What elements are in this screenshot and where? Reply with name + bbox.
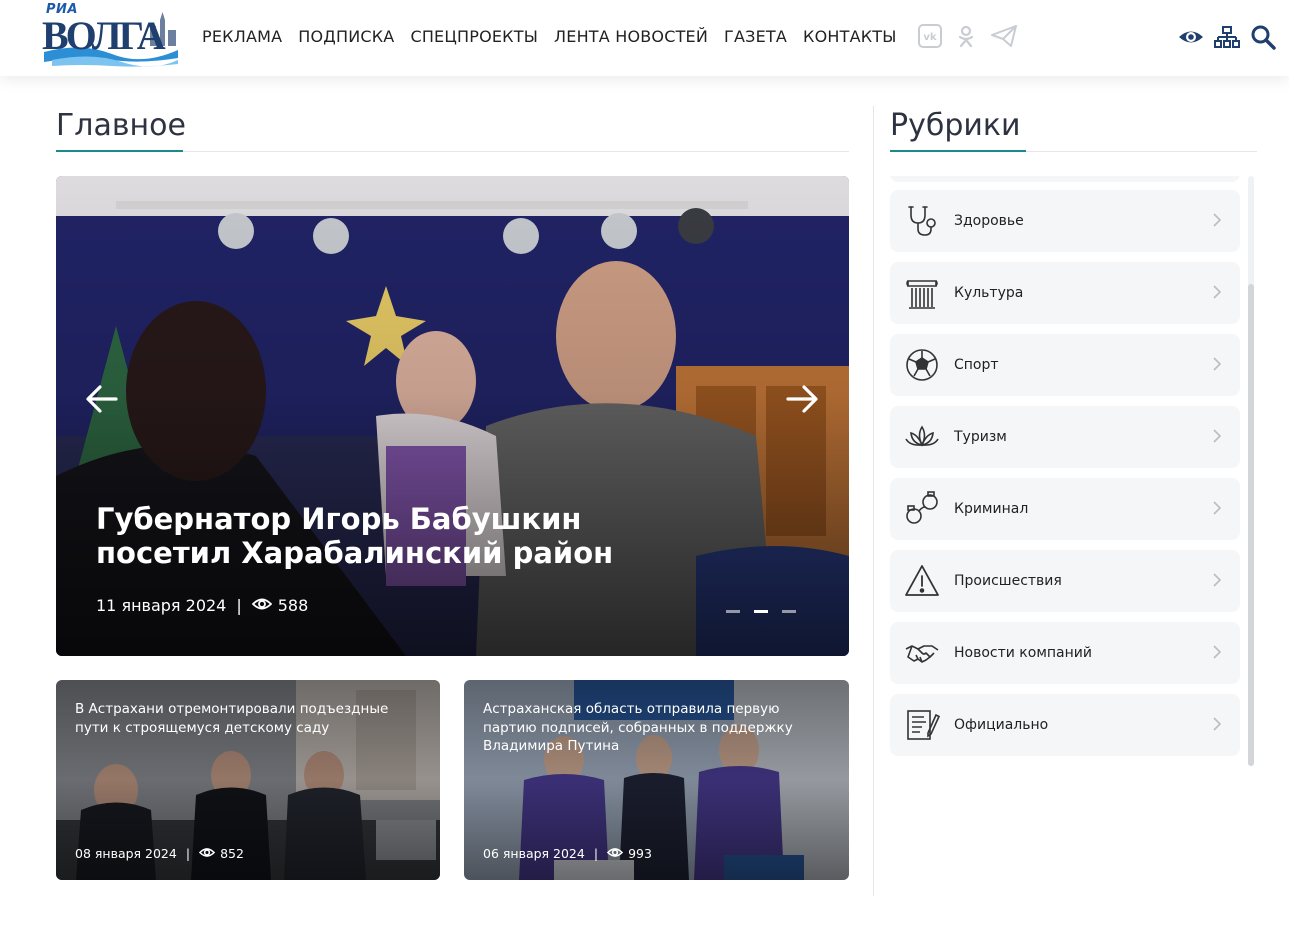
rubric-item-tourism[interactable]: Туризм: [890, 406, 1240, 468]
site-header: РИА ВОЛГА РЕКЛАМА ПОДПИСКА СПЕЦПРОЕКТЫ Л…: [0, 0, 1289, 76]
hero-gradient: [56, 176, 849, 656]
news-card[interactable]: Астраханская область отправила первую па…: [464, 680, 849, 880]
news-card-separator: |: [185, 846, 191, 861]
chevron-right-icon: [1210, 716, 1224, 732]
rubric-label: Культура: [954, 285, 1024, 301]
search-icon[interactable]: [1250, 24, 1276, 50]
rubric-label: Официально: [954, 717, 1049, 733]
stethoscope-icon: [904, 203, 940, 239]
hero-date: 11 января 2024: [96, 596, 227, 615]
rubric-item-culture[interactable]: Культура: [890, 262, 1240, 324]
lotus-icon: [904, 419, 940, 455]
rubric-item-partial[interactable]: [890, 176, 1240, 182]
slider-dot-active[interactable]: [754, 610, 768, 613]
sitemap-icon[interactable]: [1214, 24, 1240, 50]
hero-next-arrow-icon[interactable]: [784, 381, 820, 417]
rubric-item-health[interactable]: Здоровье: [890, 190, 1240, 252]
hero-views: 588: [277, 596, 309, 615]
warning-icon: [904, 563, 940, 599]
views-icon: [251, 596, 273, 615]
nav-item-newspaper[interactable]: ГАЗЕТА: [724, 27, 787, 46]
nav-item-contacts[interactable]: КОНТАКТЫ: [803, 27, 897, 46]
rubric-item-official[interactable]: Официально: [890, 694, 1240, 756]
news-card[interactable]: В Астрахани отремонтировали подъездные п…: [56, 680, 440, 880]
main-nav: РЕКЛАМА ПОДПИСКА СПЕЦПРОЕКТЫ ЛЕНТА НОВОС…: [202, 27, 913, 46]
rubric-label: Здоровье: [954, 213, 1024, 229]
handcuffs-icon: [904, 491, 940, 527]
nav-item-advertising[interactable]: РЕКЛАМА: [202, 27, 282, 46]
chevron-right-icon: [1210, 500, 1224, 516]
chevron-right-icon: [1210, 284, 1224, 300]
ria-volga-logo[interactable]: РИА ВОЛГА: [42, 2, 182, 70]
rubrics-scrollbar-thumb[interactable]: [1248, 284, 1254, 766]
hero-slider[interactable]: Губернатор Игорь Бабушкин посетил Хараба…: [56, 176, 849, 656]
rubric-item-crime[interactable]: Криминал: [890, 478, 1240, 540]
header-tools: [1178, 24, 1276, 50]
hero-meta: 11 января 2024 | 588: [96, 596, 308, 615]
chevron-right-icon: [1210, 212, 1224, 228]
news-card-title[interactable]: В Астрахани отремонтировали подъездные п…: [75, 700, 425, 737]
rubric-label: Происшествия: [954, 573, 1062, 589]
hero-separator: |: [236, 596, 242, 615]
slider-dot[interactable]: [782, 610, 796, 613]
telegram-icon[interactable]: [990, 24, 1017, 48]
rubric-item-company-news[interactable]: Новости компаний: [890, 622, 1240, 684]
news-card-date: 06 января 2024: [483, 846, 585, 861]
nav-item-special-projects[interactable]: СПЕЦПРОЕКТЫ: [410, 27, 538, 46]
rubrics-list[interactable]: Здоровье Культура Спорт Туризм Криминал: [890, 176, 1242, 766]
column-divider: [873, 106, 874, 896]
column-icon: [904, 275, 940, 311]
logo-volga-text: ВОЛГА: [42, 13, 166, 58]
rubric-label: Новости компаний: [954, 645, 1092, 661]
chevron-right-icon: [1210, 428, 1224, 444]
chevron-right-icon: [1210, 572, 1224, 588]
main-section-title: Главное: [56, 108, 186, 143]
rubric-label: Туризм: [954, 429, 1007, 445]
soccer-ball-icon: [904, 347, 940, 383]
news-card-views: 993: [628, 846, 652, 861]
hero-headline[interactable]: Губернатор Игорь Бабушкин посетил Хараба…: [96, 502, 696, 570]
nav-item-subscription[interactable]: ПОДПИСКА: [298, 27, 394, 46]
svg-text:vk: vk: [923, 32, 937, 43]
handshake-icon: [904, 635, 940, 671]
rubric-item-incidents[interactable]: Происшествия: [890, 550, 1240, 612]
news-card-separator: |: [593, 846, 599, 861]
news-card-views: 852: [220, 846, 244, 861]
main-title-accent: [56, 150, 183, 152]
document-pen-icon: [904, 707, 941, 743]
rubrics-title-accent: [890, 150, 1026, 152]
rubrics-title: Рубрики: [890, 108, 1021, 143]
rubric-item-sport[interactable]: Спорт: [890, 334, 1240, 396]
eye-icon[interactable]: [1178, 24, 1204, 50]
rubric-label: Криминал: [954, 501, 1029, 517]
views-icon: [198, 846, 216, 861]
news-card-meta: 06 января 2024 | 993: [483, 846, 652, 861]
slider-dot[interactable]: [726, 610, 740, 613]
hero-prev-arrow-icon[interactable]: [84, 381, 120, 417]
social-links: vk: [918, 24, 1017, 48]
vk-icon[interactable]: vk: [918, 24, 942, 48]
news-card-meta: 08 января 2024 | 852: [75, 846, 244, 861]
slider-dots: [726, 610, 796, 613]
nav-item-news-feed[interactable]: ЛЕНТА НОВОСТЕЙ: [554, 27, 708, 46]
rubric-label: Спорт: [954, 357, 999, 373]
views-icon: [606, 846, 624, 861]
odnoklassniki-icon[interactable]: [954, 24, 978, 48]
news-card-date: 08 января 2024: [75, 846, 177, 861]
chevron-right-icon: [1210, 644, 1224, 660]
chevron-right-icon: [1210, 356, 1224, 372]
news-card-title[interactable]: Астраханская область отправила первую па…: [483, 700, 833, 756]
